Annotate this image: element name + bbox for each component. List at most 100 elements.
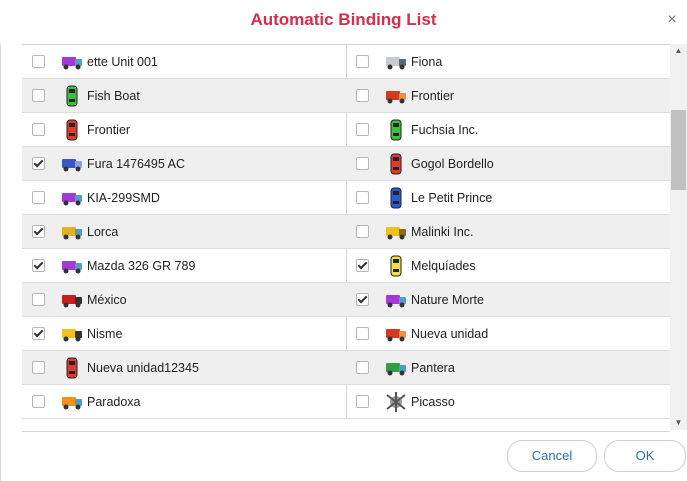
list-item[interactable]: Malinki Inc. <box>346 215 670 249</box>
item-label: Fish Boat <box>87 88 140 103</box>
list-item[interactable]: Frontier <box>346 79 670 113</box>
item-checkbox[interactable] <box>356 293 369 306</box>
green-car-icon <box>61 85 83 107</box>
list-scrollbar[interactable]: ▲ ▼ <box>670 44 687 430</box>
item-label: Nueva unidad <box>411 326 489 341</box>
blue-car-icon <box>385 187 407 209</box>
ok-button[interactable]: OK <box>604 440 686 472</box>
item-label: México <box>87 292 127 307</box>
yellow-bus-icon <box>385 221 407 243</box>
item-label: Gogol Bordello <box>411 156 494 171</box>
red-truck-icon <box>385 323 407 345</box>
yellow-taxi-icon <box>61 323 83 345</box>
scroll-up-icon[interactable]: ▲ <box>670 44 687 58</box>
list-item[interactable]: KIA-299SMD <box>22 181 346 215</box>
list-item[interactable]: Fuchsia Inc. <box>346 113 670 147</box>
list-item[interactable]: Melquíades <box>346 249 670 283</box>
item-label: Nisme <box>87 326 123 341</box>
item-checkbox[interactable] <box>32 361 45 374</box>
scroll-down-icon[interactable]: ▼ <box>670 416 687 430</box>
cancel-button[interactable]: Cancel <box>507 440 597 472</box>
dialog-title: Automatic Binding List <box>250 10 437 29</box>
right-column: Fiona Frontier Fuchsia Inc. Gogol Bordello L… <box>346 45 670 419</box>
item-label: Frontier <box>87 122 131 137</box>
item-checkbox[interactable] <box>356 89 369 102</box>
list-item[interactable]: ette Unit 001 <box>22 45 346 79</box>
list-item[interactable]: Nueva unidad12345 <box>22 351 346 385</box>
item-checkbox[interactable] <box>32 191 45 204</box>
item-label: Paradoxa <box>87 394 141 409</box>
list-item[interactable]: Le Petit Prince <box>346 181 670 215</box>
item-label: Mazda 326 GR 789 <box>87 258 196 273</box>
list-item[interactable]: Paradoxa <box>22 385 346 419</box>
list-item[interactable]: Lorca <box>22 215 346 249</box>
list-item[interactable]: Nisme <box>22 317 346 351</box>
item-label: Nature Morte <box>411 292 484 307</box>
list-item[interactable]: Mazda 326 GR 789 <box>22 249 346 283</box>
item-label: Fiona <box>411 54 443 69</box>
list-item[interactable]: Frontier <box>22 113 346 147</box>
item-checkbox[interactable] <box>32 259 45 272</box>
item-checkbox[interactable] <box>356 123 369 136</box>
item-label: Melquíades <box>411 258 476 273</box>
yellow-car-icon <box>385 255 407 277</box>
item-checkbox[interactable] <box>356 157 369 170</box>
item-checkbox[interactable] <box>356 259 369 272</box>
list-item[interactable]: Pantera <box>346 351 670 385</box>
list-item[interactable]: Fura 1476495 AC <box>22 147 346 181</box>
close-icon[interactable]: × <box>663 11 681 29</box>
scrollbar-thumb[interactable] <box>671 110 686 190</box>
list-item[interactable]: Nature Morte <box>346 283 670 317</box>
item-checkbox[interactable] <box>32 89 45 102</box>
item-label: Lorca <box>87 224 119 239</box>
item-label: Frontier <box>411 88 455 103</box>
item-label: Fuchsia Inc. <box>411 122 479 137</box>
item-checkbox[interactable] <box>32 395 45 408</box>
item-label: Pantera <box>411 360 455 375</box>
item-checkbox[interactable] <box>356 55 369 68</box>
list-item[interactable]: Gogol Bordello <box>346 147 670 181</box>
list-item[interactable]: Fiona <box>346 45 670 79</box>
item-checkbox[interactable] <box>32 55 45 68</box>
automatic-binding-dialog: Automatic Binding List × ette Unit 001 Fi… <box>0 0 687 481</box>
left-column: ette Unit 001 Fish Boat Frontier Fura 14764… <box>22 45 347 419</box>
red-sports-car-icon <box>61 289 83 311</box>
item-checkbox[interactable] <box>32 157 45 170</box>
silver-car-icon <box>385 51 407 73</box>
item-label: Le Petit Prince <box>411 190 493 205</box>
item-checkbox[interactable] <box>356 191 369 204</box>
item-label: Fura 1476495 AC <box>87 156 185 171</box>
green-car-icon <box>385 119 407 141</box>
blue-truck-icon <box>61 153 83 175</box>
purple-truck-icon <box>385 289 407 311</box>
item-checkbox[interactable] <box>356 395 369 408</box>
orange-truck-icon <box>61 391 83 413</box>
item-label: KIA-299SMD <box>87 190 160 205</box>
item-label: ette Unit 001 <box>87 54 158 69</box>
item-checkbox[interactable] <box>32 225 45 238</box>
red-car-icon <box>61 357 83 379</box>
yellow-truck-icon <box>61 221 83 243</box>
list-item[interactable]: México <box>22 283 346 317</box>
gray-robot-icon <box>385 391 407 413</box>
list-item[interactable]: Nueva unidad <box>346 317 670 351</box>
red-truck-icon <box>385 85 407 107</box>
binding-list: ette Unit 001 Fish Boat Frontier Fura 14764… <box>22 44 670 432</box>
item-label: Picasso <box>411 394 455 409</box>
green-truck-icon <box>385 357 407 379</box>
item-checkbox[interactable] <box>356 327 369 340</box>
dialog-left-border <box>0 44 1 481</box>
item-label: Malinki Inc. <box>411 224 474 239</box>
item-checkbox[interactable] <box>356 225 369 238</box>
item-checkbox[interactable] <box>32 123 45 136</box>
purple-truck-icon <box>61 255 83 277</box>
item-checkbox[interactable] <box>356 361 369 374</box>
purple-truck-icon <box>61 187 83 209</box>
item-checkbox[interactable] <box>32 293 45 306</box>
list-item[interactable]: Picasso <box>346 385 670 419</box>
red-car-icon <box>385 153 407 175</box>
purple-truck-icon <box>61 51 83 73</box>
item-checkbox[interactable] <box>32 327 45 340</box>
red-car-icon <box>61 119 83 141</box>
list-item[interactable]: Fish Boat <box>22 79 346 113</box>
